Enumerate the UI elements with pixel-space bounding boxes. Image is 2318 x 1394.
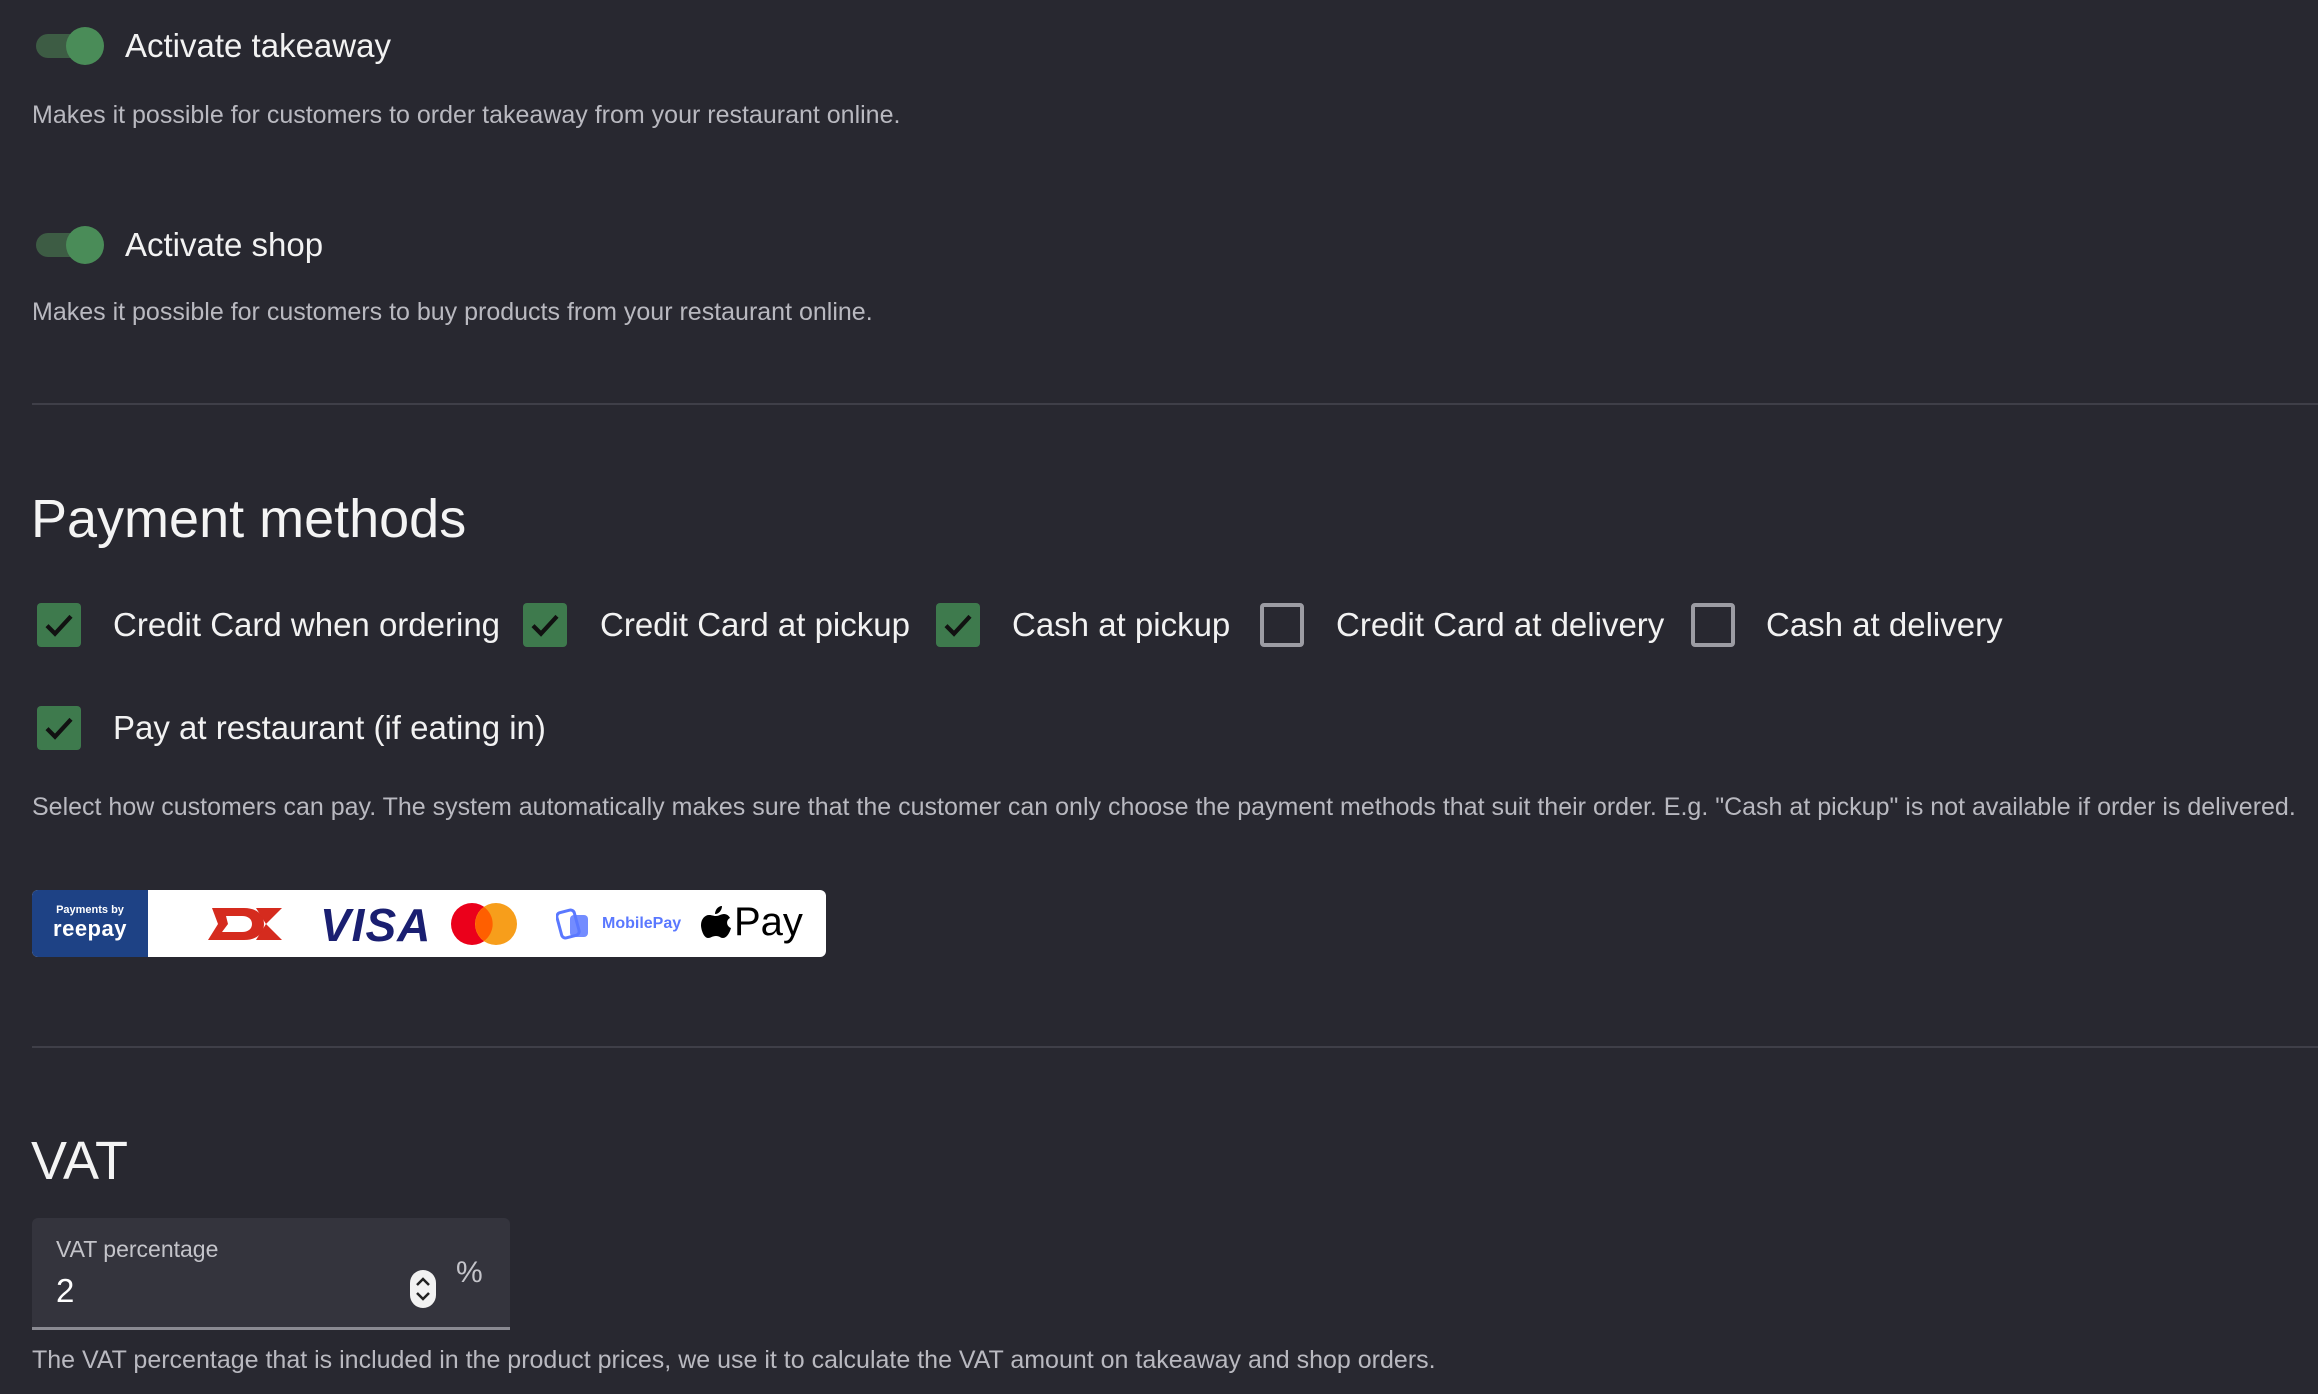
- takeaway-description: Makes it possible for customers to order…: [32, 101, 901, 129]
- checkbox-credit-card-at-pickup[interactable]: [523, 603, 567, 647]
- stepper-arrows-icon: [416, 1277, 430, 1301]
- vat-unit: %: [456, 1256, 483, 1289]
- checkbox-cash-at-pickup[interactable]: [936, 603, 980, 647]
- field-underline: [32, 1327, 510, 1330]
- takeaway-toggle[interactable]: [34, 27, 104, 65]
- checkbox-label[interactable]: Cash at pickup: [1012, 606, 1230, 644]
- checkbox-pay-at-restaurant[interactable]: [37, 706, 81, 750]
- checkbox-label[interactable]: Credit Card at delivery: [1336, 606, 1664, 644]
- toggle-knob: [66, 27, 104, 65]
- payment-logos: Payments by reepay VISA MobilePay Pay: [32, 890, 826, 957]
- payment-methods-description: Select how customers can pay. The system…: [32, 793, 2296, 821]
- checkbox-label[interactable]: Credit Card at pickup: [600, 606, 910, 644]
- check-icon: [944, 614, 972, 637]
- mobilepay-label: MobilePay: [602, 915, 682, 932]
- visa-logo: VISA: [320, 899, 432, 951]
- section-divider: [32, 1046, 2318, 1048]
- number-stepper[interactable]: [410, 1270, 436, 1308]
- vat-title: VAT: [31, 1131, 129, 1191]
- check-icon: [45, 614, 73, 637]
- shop-toggle[interactable]: [34, 226, 104, 264]
- reepay-logo: Payments by reepay: [32, 890, 148, 957]
- vat-field-label: VAT percentage: [56, 1236, 219, 1262]
- mobilepay-icon: [556, 908, 588, 940]
- section-divider: [32, 403, 2318, 405]
- checkbox-label[interactable]: Pay at restaurant (if eating in): [113, 709, 546, 747]
- takeaway-toggle-label[interactable]: Activate takeaway: [125, 27, 391, 65]
- shop-toggle-label[interactable]: Activate shop: [125, 226, 323, 264]
- vat-description: The VAT percentage that is included in t…: [32, 1346, 1436, 1374]
- check-icon: [45, 717, 73, 740]
- checkbox-label[interactable]: Cash at delivery: [1766, 606, 2003, 644]
- vat-percentage-input[interactable]: 2: [56, 1272, 74, 1310]
- mastercard-icon: [451, 903, 517, 945]
- check-icon: [531, 614, 559, 637]
- apple-icon: [701, 906, 731, 938]
- shop-description: Makes it possible for customers to buy p…: [32, 298, 873, 326]
- dankort-icon: [208, 908, 282, 940]
- payment-methods-title: Payment methods: [31, 489, 467, 549]
- vat-percentage-field[interactable]: VAT percentage 2: [32, 1218, 510, 1330]
- toggle-knob: [66, 226, 104, 264]
- apple-pay-label: Pay: [734, 900, 803, 944]
- checkbox-credit-card-when-ordering[interactable]: [37, 603, 81, 647]
- checkbox-label[interactable]: Credit Card when ordering: [113, 606, 500, 644]
- checkbox-credit-card-at-delivery[interactable]: [1260, 603, 1304, 647]
- checkbox-cash-at-delivery[interactable]: [1691, 603, 1735, 647]
